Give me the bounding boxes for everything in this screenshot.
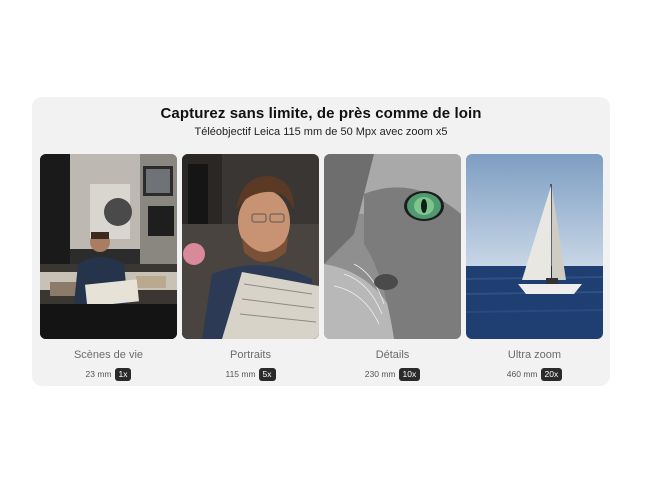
zoom-badge: 20x — [540, 368, 563, 381]
showcase-title: Capturez sans limite, de près comme de l… — [160, 105, 482, 122]
tile-meta-details: 230 mm 10x — [324, 368, 461, 381]
scene-photo — [40, 154, 177, 339]
zoom-showcase-card: Capturez sans limite, de près comme de l… — [32, 97, 610, 386]
tile-label-scenes: Scènes de vie — [73, 349, 144, 361]
focal-length: 23 mm — [85, 369, 112, 379]
tile-meta-ultra-zoom: 460 mm 20x — [466, 368, 603, 381]
portrait-photo — [182, 154, 319, 339]
showcase-subtitle: Téléobjectif Leica 115 mm de 50 Mpx avec… — [194, 126, 448, 138]
tile-label-ultra-zoom: Ultra zoom — [507, 349, 562, 361]
tile-label-portraits: Portraits — [230, 349, 271, 361]
tile-meta-portraits: 115 mm 5x — [182, 368, 319, 381]
zoom-badge: 10x — [398, 368, 421, 381]
zoom-badge: 5x — [258, 368, 276, 381]
cat-detail-photo — [324, 154, 461, 339]
tile-label-details: Détails — [375, 349, 410, 361]
tile-meta-scenes: 23 mm 1x — [40, 368, 177, 381]
focal-length: 115 mm — [225, 369, 256, 379]
focal-length: 230 mm — [364, 369, 396, 379]
sailboat-photo — [466, 154, 603, 339]
zoom-badge: 1x — [114, 368, 132, 381]
focal-length: 460 mm — [506, 369, 538, 379]
